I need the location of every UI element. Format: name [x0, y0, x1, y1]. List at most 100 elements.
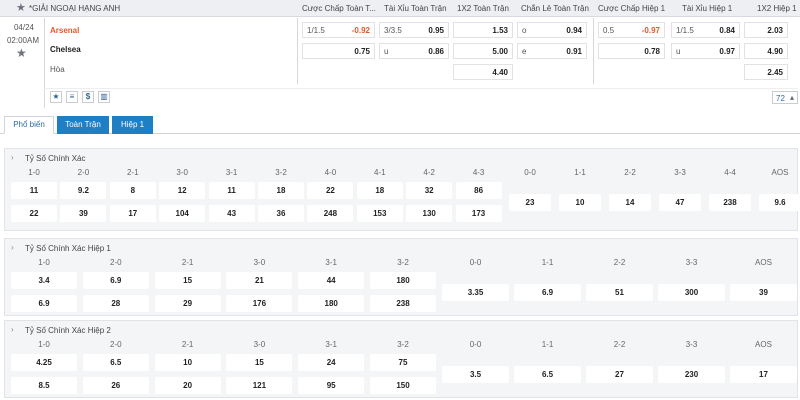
- score-odds-cell[interactable]: 180: [298, 295, 365, 312]
- score-odds-cell[interactable]: 230: [658, 366, 725, 383]
- score-odds-cell[interactable]: 8: [109, 182, 156, 199]
- odds-ou-ft-over[interactable]: 3/3.5 0.95: [379, 22, 449, 38]
- score-odds-cell[interactable]: 17: [109, 205, 156, 222]
- score-odds-cell[interactable]: 130: [406, 205, 453, 222]
- score-odds-cell[interactable]: 14: [609, 194, 651, 211]
- score-odds-cell[interactable]: 176: [226, 295, 293, 312]
- score-odds-cell[interactable]: 18: [258, 182, 304, 199]
- odds-hdp-h1-away[interactable]: 0.78: [598, 43, 665, 59]
- odds-1x2-h1-home[interactable]: 2.03: [744, 22, 788, 38]
- score-odds-cell[interactable]: 44: [298, 272, 365, 289]
- list-icon[interactable]: ≡: [66, 91, 78, 103]
- score-odds-cell[interactable]: 6.9: [514, 284, 581, 301]
- chevron-right-icon[interactable]: ›: [11, 325, 14, 334]
- chevron-right-icon[interactable]: ›: [11, 243, 14, 252]
- chevron-right-icon[interactable]: ›: [11, 153, 14, 162]
- away-team[interactable]: Chelsea: [50, 45, 81, 54]
- section-title[interactable]: Tỷ Số Chính Xác Hiệp 1: [25, 244, 111, 253]
- home-team[interactable]: Arsenal: [50, 26, 79, 35]
- score-odds-cell[interactable]: 248: [307, 205, 354, 222]
- score-odds-cell[interactable]: 6.9: [82, 272, 149, 289]
- score-odds-cell[interactable]: 22: [11, 205, 57, 222]
- score-odds-cell[interactable]: 43: [208, 205, 255, 222]
- tab-first-half[interactable]: Hiệp 1: [112, 116, 153, 134]
- score-odds-cell[interactable]: 21: [226, 272, 293, 289]
- odds-ou-h1-over[interactable]: 1/1.5 0.84: [671, 22, 740, 38]
- score-odds-cell[interactable]: 15: [154, 272, 221, 289]
- score-odds-cell[interactable]: 24: [298, 354, 365, 371]
- score-odds-cell[interactable]: 3.5: [442, 366, 509, 383]
- more-markets-button[interactable]: 72 ▴: [772, 91, 798, 104]
- score-header: 2-0: [110, 258, 122, 267]
- score-odds-cell[interactable]: 51: [586, 284, 653, 301]
- score-odds-cell[interactable]: 6.9: [11, 295, 77, 312]
- score-odds-cell[interactable]: 18: [356, 182, 403, 199]
- score-odds-cell[interactable]: 15: [226, 354, 293, 371]
- score-odds-cell[interactable]: 3.35: [442, 284, 509, 301]
- tab-popular[interactable]: Phổ biến: [4, 116, 54, 134]
- score-odds-cell[interactable]: 47: [659, 194, 701, 211]
- score-odds-cell[interactable]: 12: [159, 182, 206, 199]
- odds-1x2-ft-away[interactable]: 5.00: [453, 43, 513, 59]
- score-odds-cell[interactable]: 173: [455, 205, 502, 222]
- score-odds-cell[interactable]: 9.2: [60, 182, 107, 199]
- score-odds-cell[interactable]: 11: [11, 182, 57, 199]
- score-odds-cell[interactable]: 180: [370, 272, 436, 289]
- star-icon[interactable]: ★: [16, 1, 26, 14]
- score-odds-cell[interactable]: 8.5: [11, 377, 77, 394]
- score-odds-cell[interactable]: 121: [226, 377, 293, 394]
- score-odds-cell[interactable]: 10: [559, 194, 601, 211]
- odds-oe-ft-even[interactable]: e 0.91: [517, 43, 587, 59]
- score-odds-cell[interactable]: 150: [370, 377, 436, 394]
- score-header: 3-3: [685, 340, 698, 349]
- odds-oe-ft-odd[interactable]: o 0.94: [517, 22, 587, 38]
- odds-ou-ft-under[interactable]: u 0.86: [379, 43, 449, 59]
- score-odds-cell[interactable]: 39: [730, 284, 797, 301]
- score-odds-cell[interactable]: 39: [60, 205, 107, 222]
- score-odds-cell[interactable]: 238: [370, 295, 436, 312]
- score-odds-cell[interactable]: 153: [356, 205, 403, 222]
- section-title[interactable]: Tỷ Số Chính Xác Hiệp 2: [25, 326, 111, 335]
- odds-hdp-ft-away[interactable]: 0.75: [302, 43, 375, 59]
- score-header: 3-2: [397, 258, 409, 267]
- score-odds-cell[interactable]: 86: [455, 182, 502, 199]
- score-odds-cell[interactable]: 3.4: [11, 272, 77, 289]
- stats-icon[interactable]: ▥: [98, 91, 110, 103]
- score-odds-cell[interactable]: 10: [154, 354, 221, 371]
- score-odds-cell[interactable]: 23: [509, 194, 551, 211]
- score-header: 3-1: [325, 258, 337, 267]
- odds-ou-h1-under[interactable]: u 0.97: [671, 43, 740, 59]
- score-odds-cell[interactable]: 300: [658, 284, 725, 301]
- odds-hdp-ft-home[interactable]: 1/1.5 -0.92: [302, 22, 375, 38]
- score-odds-cell[interactable]: 36: [258, 205, 304, 222]
- score-odds-cell[interactable]: 22: [307, 182, 354, 199]
- favorite-icon[interactable]: ★: [50, 91, 62, 103]
- score-odds-cell[interactable]: 75: [370, 354, 436, 371]
- odds-1x2-ft-home[interactable]: 1.53: [453, 22, 513, 38]
- section-title[interactable]: Tỷ Số Chính Xác: [25, 154, 85, 163]
- score-section: › Tỷ Số Chính Xác Hiệp 1 1-0 3.4 6.9 2-0 6.9 28…: [4, 238, 798, 316]
- odds-1x2-ft-draw[interactable]: 4.40: [453, 64, 513, 80]
- score-odds-cell[interactable]: 20: [154, 377, 221, 394]
- score-odds-cell[interactable]: 6.5: [514, 366, 581, 383]
- score-odds-cell[interactable]: 32: [406, 182, 453, 199]
- score-odds-cell[interactable]: 6.5: [82, 354, 149, 371]
- score-odds-cell[interactable]: 27: [586, 366, 653, 383]
- score-odds-cell[interactable]: 29: [154, 295, 221, 312]
- score-odds-cell[interactable]: 11: [208, 182, 255, 199]
- dollar-icon[interactable]: $: [82, 91, 94, 103]
- score-odds-cell[interactable]: 26: [82, 377, 149, 394]
- score-odds-cell[interactable]: 4.25: [11, 354, 77, 371]
- score-odds-cell[interactable]: 238: [709, 194, 751, 211]
- score-odds-cell[interactable]: 104: [159, 205, 206, 222]
- score-odds-cell[interactable]: 17: [730, 366, 797, 383]
- score-odds-cell[interactable]: 95: [298, 377, 365, 394]
- odds-hdp-h1-home[interactable]: 0.5 -0.97: [598, 22, 665, 38]
- score-odds-cell[interactable]: 9.6: [759, 194, 800, 211]
- score-odds-cell[interactable]: 28: [82, 295, 149, 312]
- tab-full-match[interactable]: Toàn Trận: [57, 116, 109, 134]
- favorite-star-icon[interactable]: ★: [16, 46, 27, 60]
- odds-1x2-h1-draw[interactable]: 2.45: [744, 64, 788, 80]
- odds-1x2-h1-away[interactable]: 4.90: [744, 43, 788, 59]
- score-header: 4-1: [374, 168, 386, 177]
